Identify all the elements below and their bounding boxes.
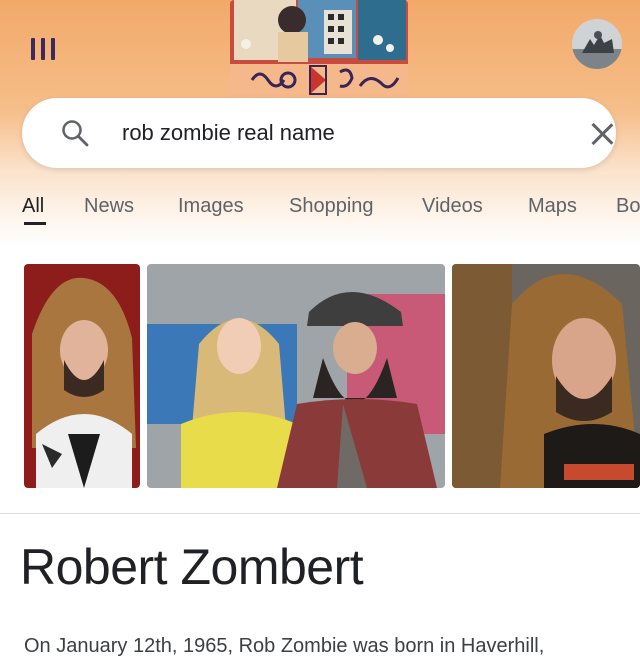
- image-result[interactable]: [24, 264, 140, 488]
- google-doodle-logo[interactable]: [228, 0, 412, 100]
- search-input[interactable]: rob zombie real name: [122, 120, 335, 146]
- image-results-row: [0, 260, 640, 490]
- knowledge-panel-title: Robert Zombert: [20, 539, 364, 595]
- profile-avatar[interactable]: [572, 19, 622, 69]
- search-header: rob zombie real name All News Images Sho…: [0, 0, 640, 245]
- search-tabs: All News Images Shopping Videos Maps Bo: [0, 192, 640, 236]
- search-icon: [62, 120, 89, 147]
- section-divider: [0, 513, 640, 514]
- tab-all[interactable]: All: [22, 195, 44, 218]
- tab-maps[interactable]: Maps: [528, 195, 577, 218]
- knowledge-panel-snippet: On January 12th, 1965, Rob Zombie was bo…: [24, 635, 545, 657]
- tab-news[interactable]: News: [84, 195, 134, 218]
- tab-images[interactable]: Images: [178, 195, 244, 218]
- menu-icon[interactable]: [26, 36, 62, 62]
- image-result[interactable]: [452, 264, 640, 488]
- tab-books[interactable]: Bo: [616, 195, 640, 218]
- search-bar[interactable]: rob zombie real name: [22, 98, 616, 168]
- close-icon[interactable]: [590, 122, 614, 146]
- tab-videos[interactable]: Videos: [422, 195, 483, 218]
- active-tab-indicator: [24, 222, 46, 225]
- image-result[interactable]: [147, 264, 445, 488]
- tab-shopping[interactable]: Shopping: [289, 195, 374, 218]
